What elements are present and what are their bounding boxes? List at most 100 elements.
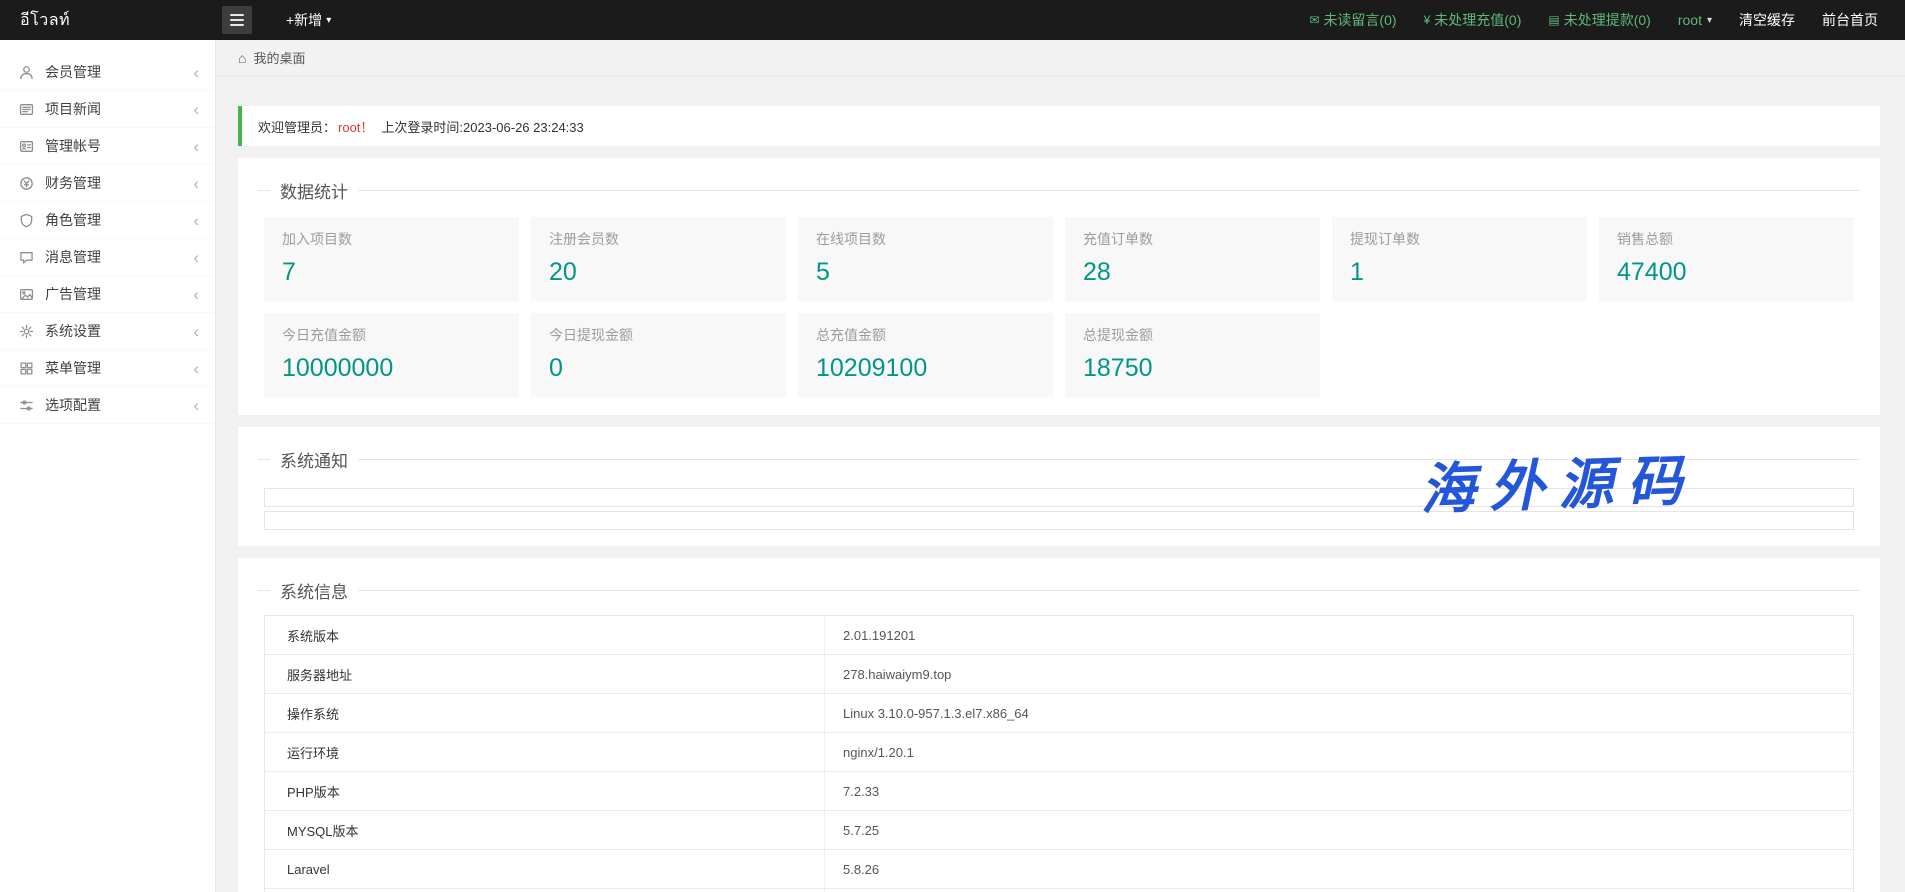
hamburger-icon xyxy=(230,14,244,16)
chevron-left-icon: ‹ xyxy=(193,249,199,266)
sidebar-item-label: 消息管理 xyxy=(45,247,101,267)
stat-label: 总提现金额 xyxy=(1083,327,1302,343)
news-icon xyxy=(19,102,34,117)
pending-recharge-link[interactable]: ¥ 未处理充值(0) xyxy=(1424,10,1522,30)
stat-value: 7 xyxy=(282,257,501,287)
unread-messages-label: 未读留言(0) xyxy=(1323,10,1396,30)
welcome-last-login: 上次登录时间:2023-06-26 23:24:33 xyxy=(381,117,583,136)
sidebar-item-roles[interactable]: 角色管理 ‹ xyxy=(0,202,215,239)
sidebar-item-options[interactable]: 选项配置 ‹ xyxy=(0,387,215,424)
stat-label: 注册会员数 xyxy=(549,231,768,247)
stats-panel: 数据统计 加入项目数 7 注册会员数 20 在线项目数 5 xyxy=(238,158,1880,415)
chevron-left-icon: ‹ xyxy=(193,286,199,303)
sidebar-item-accounts[interactable]: 管理帐号 ‹ xyxy=(0,128,215,165)
stat-card: 充值订单数 28 xyxy=(1065,217,1320,301)
chevron-left-icon: ‹ xyxy=(193,175,199,192)
row-value: Linux 3.10.0-957.1.3.el7.x86_64 xyxy=(825,694,1029,732)
stat-card: 加入项目数 7 xyxy=(264,217,519,301)
sidebar-item-label: 项目新闻 xyxy=(45,99,101,119)
notice-fieldset: 系统通知 xyxy=(258,447,1860,530)
stat-card: 销售总额 47400 xyxy=(1599,217,1854,301)
user-menu[interactable]: root ▾ xyxy=(1678,12,1712,28)
stat-value: 28 xyxy=(1083,257,1302,287)
withdraw-icon: ▤ xyxy=(1548,13,1559,27)
stat-label: 销售总额 xyxy=(1617,231,1836,247)
row-value: 5.7.25 xyxy=(825,811,879,849)
stat-value: 47400 xyxy=(1617,257,1836,287)
row-label: 操作系统 xyxy=(265,694,825,732)
add-new-button[interactable]: +新增 ▾ xyxy=(286,10,331,30)
stat-label: 充值订单数 xyxy=(1083,231,1302,247)
row-value: 5.8.26 xyxy=(825,850,879,888)
app-logo: อีโวลท์ xyxy=(0,8,216,33)
sidebar-item-menus[interactable]: 菜单管理 ‹ xyxy=(0,350,215,387)
stat-value: 0 xyxy=(549,353,768,383)
row-label: 系统版本 xyxy=(265,616,825,654)
sidebar-toggle-button[interactable] xyxy=(222,6,252,34)
stat-label: 加入项目数 xyxy=(282,231,501,247)
stat-label: 今日提现金额 xyxy=(549,327,768,343)
sidebar-item-label: 角色管理 xyxy=(45,210,101,230)
table-row: 系统版本 2.01.191201 xyxy=(265,616,1853,655)
table-row: MYSQL版本 5.7.25 xyxy=(265,811,1853,850)
message-bubble-icon xyxy=(19,250,34,265)
pending-withdraw-label: 未处理提款(0) xyxy=(1564,10,1651,30)
row-value: 278.haiwaiym9.top xyxy=(825,655,951,693)
clear-cache-button[interactable]: 清空缓存 xyxy=(1739,10,1795,30)
content: 欢迎管理员： root！ 上次登录时间:2023-06-26 23:24:33 … xyxy=(216,76,1905,892)
chevron-left-icon: ‹ xyxy=(193,397,199,414)
table-row: PHP版本 7.2.33 xyxy=(265,772,1853,811)
notice-list xyxy=(258,472,1860,530)
message-icon: ✉ xyxy=(1309,13,1319,27)
sidebar-item-label: 会员管理 xyxy=(45,62,101,82)
table-row: 运行环境 nginx/1.20.1 xyxy=(265,733,1853,772)
row-label: PHP版本 xyxy=(265,772,825,810)
table-row: Laravel 5.8.26 xyxy=(265,850,1853,889)
stat-label: 总充值金额 xyxy=(816,327,1035,343)
stat-card: 在线项目数 5 xyxy=(798,217,1053,301)
sidebar-item-messages[interactable]: 消息管理 ‹ xyxy=(0,239,215,276)
sysinfo-table: 系统版本 2.01.191201 服务器地址 278.haiwaiym9.top… xyxy=(264,615,1854,892)
table-row: 服务器地址 278.haiwaiym9.top xyxy=(265,655,1853,694)
table-row: 操作系统 Linux 3.10.0-957.1.3.el7.x86_64 xyxy=(265,694,1853,733)
sidebar-item-label: 选项配置 xyxy=(45,395,101,415)
row-label: MYSQL版本 xyxy=(265,811,825,849)
sidebar-item-settings[interactable]: 系统设置 ‹ xyxy=(0,313,215,350)
notice-row xyxy=(264,488,1854,507)
stat-value: 20 xyxy=(549,257,768,287)
main-area: ⌂ 我的桌面 欢迎管理员： root！ 上次登录时间:2023-06-26 23… xyxy=(216,40,1905,892)
stat-value: 1 xyxy=(1350,257,1569,287)
stat-value: 5 xyxy=(816,257,1035,287)
stat-label: 在线项目数 xyxy=(816,231,1035,247)
sidebar-item-news[interactable]: 项目新闻 ‹ xyxy=(0,91,215,128)
sidebar-item-label: 广告管理 xyxy=(45,284,101,304)
notice-row xyxy=(264,511,1854,530)
chevron-left-icon: ‹ xyxy=(193,64,199,81)
stats-title: 数据统计 xyxy=(270,178,358,203)
recharge-icon: ¥ xyxy=(1424,13,1431,27)
stat-card: 总提现金额 18750 xyxy=(1065,313,1320,397)
unread-messages-link[interactable]: ✉ 未读留言(0) xyxy=(1309,10,1396,30)
pending-withdraw-link[interactable]: ▤ 未处理提款(0) xyxy=(1548,10,1650,30)
chevron-down-icon: ▾ xyxy=(326,15,331,26)
grid-icon xyxy=(19,361,34,376)
shield-icon xyxy=(19,213,34,228)
sidebar-item-ads[interactable]: 广告管理 ‹ xyxy=(0,276,215,313)
sidebar-item-finance[interactable]: 财务管理 ‹ xyxy=(0,165,215,202)
sidebar-item-members[interactable]: 会员管理 ‹ xyxy=(0,54,215,91)
id-card-icon xyxy=(19,139,34,154)
sidebar: 会员管理 ‹ 项目新闻 ‹ 管理帐号 ‹ 财务管理 ‹ 角色管理 ‹ 消息管理 … xyxy=(0,40,216,892)
row-value: 7.2.33 xyxy=(825,772,879,810)
row-value: 2.01.191201 xyxy=(825,616,915,654)
notice-title: 系统通知 xyxy=(270,447,358,472)
sidebar-item-label: 财务管理 xyxy=(45,173,101,193)
breadcrumb-label[interactable]: 我的桌面 xyxy=(253,48,305,67)
add-new-label: +新增 xyxy=(286,10,322,30)
sysinfo-fieldset: 系统信息 系统版本 2.01.191201 服务器地址 278.haiwaiym… xyxy=(258,578,1860,892)
home-icon[interactable]: ⌂ xyxy=(238,50,246,66)
stats-cards: 加入项目数 7 注册会员数 20 在线项目数 5 充值订单数 28 xyxy=(258,203,1860,399)
front-home-link[interactable]: 前台首页 xyxy=(1822,10,1878,30)
members-icon xyxy=(19,65,34,80)
chevron-left-icon: ‹ xyxy=(193,360,199,377)
breadcrumb: ⌂ 我的桌面 xyxy=(216,40,1905,76)
